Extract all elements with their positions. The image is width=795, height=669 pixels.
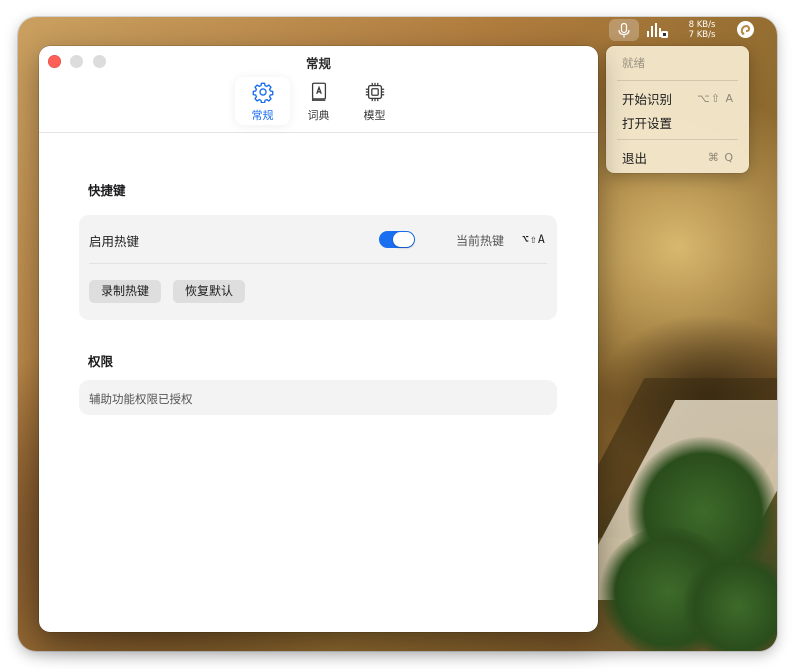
menu-status-ready: 就绪 [606,52,749,74]
group-divider [89,263,547,264]
network-download: 7 KB/s [688,30,716,40]
tab-label: 词典 [307,109,330,122]
window-title: 常规 [305,56,331,71]
menu-item-open-settings[interactable]: 打开设置 [606,111,749,133]
tab-model[interactable]: 模型 [347,77,402,125]
tab-dictionary[interactable]: 词典 [291,77,346,125]
menu-item-shortcut: ⌥⇧ A [697,91,734,105]
menu-item-label: 开始识别 [622,91,673,107]
menu-item-quit[interactable]: 退出 ⌘ Q [606,146,749,168]
menu-separator [617,139,738,140]
tab-label: 常规 [251,109,274,122]
record-hotkey-button[interactable]: 录制热键 [89,280,162,303]
tab-general[interactable]: 常规 [235,77,290,125]
status-menu: 就绪 开始识别 ⌥⇧ A 打开设置 退出 ⌘ Q [606,46,749,173]
app-logo-icon [740,24,751,35]
shortcuts-section-title: 快捷键 [88,183,126,198]
microphone-status-item[interactable] [609,19,639,41]
reset-default-button[interactable]: 恢复默认 [173,280,246,303]
permissions-group: 辅助功能权限已授权 [79,380,557,415]
menu-item-label: 打开设置 [622,115,673,131]
network-speed[interactable]: 8 KB/s 7 KB/s [679,20,725,40]
app-logo-status-item[interactable] [737,21,754,38]
toolbar-divider [39,132,598,133]
menu-separator [617,80,738,81]
menu-status-label: 就绪 [622,56,645,70]
gear-icon [252,82,273,103]
menu-item-shortcut: ⌘ Q [707,150,734,164]
current-hotkey-value: ⌥⇧A [522,232,546,246]
microphone-icon [618,22,630,37]
menu-item-label: 退出 [622,150,648,166]
shortcuts-group: 启用热键 当前热键 ⌥⇧A 录制热键 恢复默认 [79,215,557,320]
tab-label: 模型 [363,109,386,122]
menu-item-start-recognition[interactable]: 开始识别 ⌥⇧ A [606,87,749,109]
accessibility-permission-status: 辅助功能权限已授权 [89,392,193,406]
enable-hotkey-toggle[interactable] [379,231,415,248]
enable-hotkey-label: 启用热键 [89,234,140,249]
settings-window: 常规 常规 词典 模型 快捷键 启用热键 当前热键 ⌥⇧A 录制热键 恢复默认 … [39,46,598,632]
dictionary-icon [311,82,326,101]
toggle-knob [393,232,414,247]
audio-level-icon [647,23,668,38]
permissions-section-title: 权限 [88,354,114,369]
network-upload: 8 KB/s [688,20,716,30]
chip-icon [365,82,384,102]
current-hotkey-label: 当前热键 [456,234,505,248]
audio-level-status-item[interactable] [647,22,669,40]
